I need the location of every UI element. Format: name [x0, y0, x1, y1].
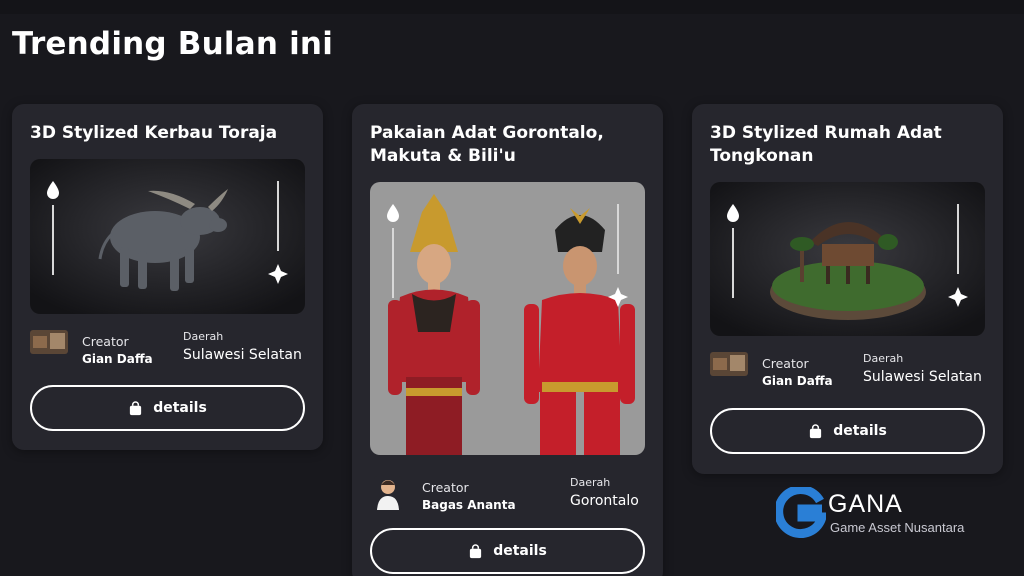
- creator-name[interactable]: Bagas Ananta: [422, 498, 516, 512]
- creator-thumbnail: [710, 352, 748, 376]
- brand-name: GANA: [828, 490, 903, 518]
- creator-row: Creator Gian Daffa Daerah Sulawesi Selat…: [30, 330, 305, 374]
- shopping-bag-icon: [810, 423, 822, 438]
- gana-logo: GANA Game Asset Nusantara: [774, 485, 986, 543]
- details-button[interactable]: details: [370, 528, 645, 574]
- card-title: Pakaian Adat Gorontalo, Makuta & Bili'u: [370, 123, 604, 166]
- brand-subtitle: Game Asset Nusantara: [830, 520, 965, 535]
- model-preview-gorontalo[interactable]: [370, 182, 645, 455]
- shopping-bag-icon: [130, 400, 142, 415]
- top-bar: [0, 0, 1024, 14]
- right-slider-track[interactable]: [617, 204, 619, 274]
- region-label: Daerah: [183, 330, 224, 343]
- gana-g-icon: [774, 485, 828, 538]
- model-preview-kerbau[interactable]: [30, 159, 305, 314]
- left-slider-track[interactable]: [392, 228, 394, 298]
- details-button[interactable]: details: [710, 408, 985, 454]
- card-title: 3D Stylized Kerbau Toraja: [30, 123, 278, 143]
- card-title: 3D Stylized Rumah Adat Tongkonan: [710, 123, 942, 166]
- region-label: Daerah: [570, 476, 611, 489]
- creator-name[interactable]: Gian Daffa: [762, 374, 833, 388]
- details-button[interactable]: details: [30, 385, 305, 431]
- details-button-label: details: [833, 423, 887, 439]
- details-button-label: details: [153, 400, 207, 416]
- creator-avatar: [374, 476, 402, 510]
- region-name: Gorontalo: [570, 493, 639, 509]
- asset-card-tongkonan[interactable]: 3D Stylized Rumah Adat Tongkonan Creator…: [692, 104, 1003, 474]
- creator-name[interactable]: Gian Daffa: [82, 352, 153, 366]
- creator-row: Creator Gian Daffa Daerah Sulawesi Selat…: [710, 352, 985, 396]
- model-preview-tongkonan[interactable]: [710, 182, 985, 336]
- right-slider-track[interactable]: [277, 181, 279, 251]
- left-slider-track[interactable]: [732, 228, 734, 298]
- region-label: Daerah: [863, 352, 904, 365]
- region-name: Sulawesi Selatan: [863, 369, 982, 385]
- asset-card-gorontalo[interactable]: Pakaian Adat Gorontalo, Makuta & Bili'u: [352, 104, 663, 576]
- left-slider-track[interactable]: [52, 205, 54, 275]
- right-slider-track[interactable]: [957, 204, 959, 274]
- page-title: Trending Bulan ini: [12, 26, 334, 62]
- details-button-label: details: [493, 543, 547, 559]
- creator-thumbnail: [30, 330, 68, 354]
- region-name: Sulawesi Selatan: [183, 347, 302, 363]
- creator-label: Creator: [422, 480, 469, 495]
- creator-label: Creator: [82, 334, 129, 349]
- creator-label: Creator: [762, 356, 809, 371]
- creator-row: Creator Bagas Ananta Daerah Gorontalo: [370, 476, 645, 520]
- shopping-bag-icon: [470, 543, 482, 558]
- asset-card-kerbau[interactable]: 3D Stylized Kerbau Toraja Creator Gian D…: [12, 104, 323, 450]
